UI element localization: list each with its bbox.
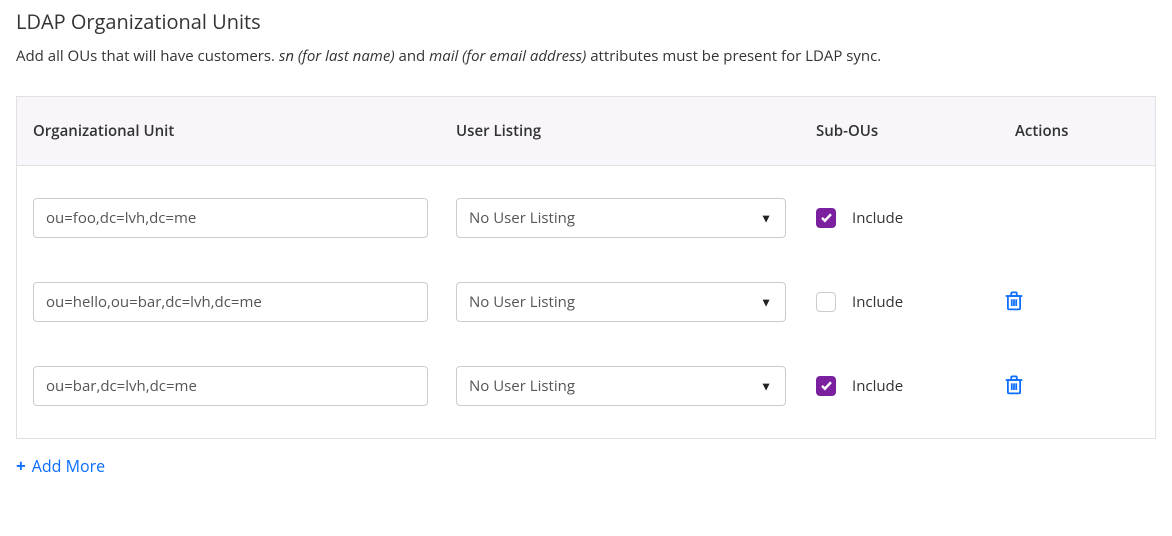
user-listing-select[interactable]: No User Listing [456, 198, 786, 238]
cell-user-listing: No User Listing▼ [456, 282, 816, 322]
cell-user-listing: No User Listing▼ [456, 366, 816, 406]
delete-button[interactable] [1001, 371, 1027, 399]
desc-pre: Add all OUs that will have customers. [16, 46, 279, 66]
section-description: Add all OUs that will have customers. sn… [16, 45, 1156, 68]
add-more-button[interactable]: + Add More [16, 451, 105, 481]
cell-sub-ous: Include [816, 292, 1001, 312]
desc-mail: mail (for email address) [429, 46, 586, 66]
user-listing-select-wrap: No User Listing▼ [456, 282, 786, 322]
user-listing-select[interactable]: No User Listing [456, 366, 786, 406]
desc-and: and [395, 46, 430, 66]
desc-post: attributes must be present for LDAP sync… [586, 46, 881, 66]
include-checkbox[interactable] [816, 292, 836, 312]
organizational-unit-input[interactable] [33, 366, 428, 406]
cell-actions [1001, 287, 1139, 316]
th-actions: Actions [1001, 121, 1139, 141]
table-row: No User Listing▼ Include [17, 260, 1155, 344]
include-wrap: Include [816, 292, 1001, 312]
section-title: LDAP Organizational Units [16, 8, 1156, 35]
plus-icon: + [16, 457, 26, 474]
cell-actions [1001, 371, 1139, 400]
cell-user-listing: No User Listing▼ [456, 198, 816, 238]
ou-table-head: Organizational Unit User Listing Sub-OUs… [17, 97, 1155, 166]
table-row: No User Listing▼ Include [17, 344, 1155, 428]
add-more-label: Add More [32, 455, 105, 477]
include-checkbox[interactable] [816, 208, 836, 228]
organizational-unit-input[interactable] [33, 282, 428, 322]
include-wrap: Include [816, 376, 1001, 396]
cell-organizational-unit [33, 282, 456, 322]
user-listing-select-wrap: No User Listing▼ [456, 198, 786, 238]
cell-sub-ous: Include [816, 208, 1001, 228]
trash-icon [1005, 291, 1023, 311]
cell-organizational-unit [33, 366, 456, 406]
check-icon [820, 379, 833, 392]
th-sub-ous: Sub-OUs [816, 121, 1001, 141]
desc-sn: sn (for last name) [279, 46, 395, 66]
cell-organizational-unit [33, 198, 456, 238]
check-icon [820, 211, 833, 224]
include-wrap: Include [816, 208, 1001, 228]
organizational-unit-input[interactable] [33, 198, 428, 238]
cell-sub-ous: Include [816, 376, 1001, 396]
include-checkbox[interactable] [816, 376, 836, 396]
th-organizational-unit: Organizational Unit [33, 121, 456, 141]
delete-button[interactable] [1001, 287, 1027, 315]
user-listing-select-wrap: No User Listing▼ [456, 366, 786, 406]
th-user-listing: User Listing [456, 121, 816, 141]
user-listing-select[interactable]: No User Listing [456, 282, 786, 322]
ou-table-body: No User Listing▼ Include No User Listing▼ I… [17, 166, 1155, 438]
trash-icon [1005, 375, 1023, 395]
table-row: No User Listing▼ Include [17, 176, 1155, 260]
include-label[interactable]: Include [852, 376, 903, 396]
include-label[interactable]: Include [852, 292, 903, 312]
ou-table: Organizational Unit User Listing Sub-OUs… [16, 96, 1156, 439]
include-label[interactable]: Include [852, 208, 903, 228]
